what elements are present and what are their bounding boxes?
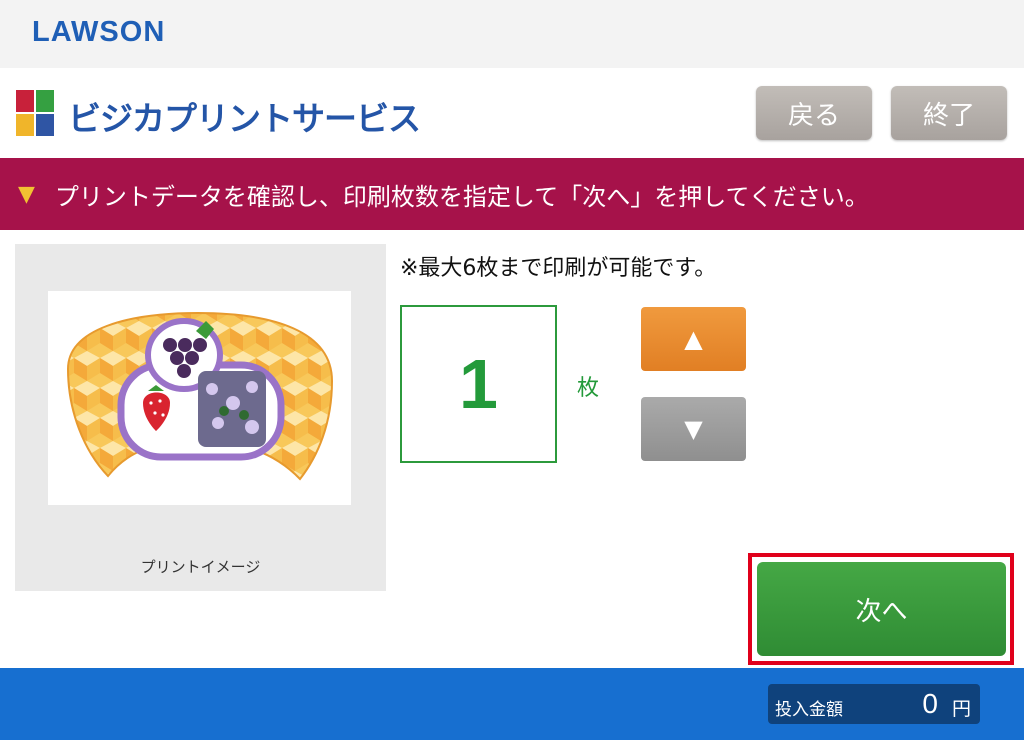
instruction-banner: ▼ プリントデータを確認し、印刷枚数を指定して「次へ」を押してください。: [0, 158, 1024, 230]
triangle-down-icon: ▼: [18, 181, 35, 207]
preview-caption: プリントイメージ: [140, 558, 261, 576]
print-preview-panel: プリントイメージ: [15, 244, 386, 591]
triangle-down-icon: ▼: [684, 415, 703, 443]
uchiwa-fan-illustration: [66, 311, 334, 481]
bijika-logo-icon: [16, 90, 54, 136]
instruction-text: プリントデータを確認し、印刷枚数を指定して「次へ」を押してください。: [54, 182, 869, 211]
decrease-copies-button[interactable]: ▼: [641, 397, 746, 461]
service-title: ビジカプリントサービス: [68, 99, 421, 138]
copies-count-value: 1: [459, 345, 498, 423]
inserted-amount-label: 投入金額: [775, 700, 843, 720]
copies-count-display: 1: [400, 305, 557, 463]
increase-copies-button[interactable]: ▲: [641, 307, 746, 371]
max-copies-notice: ※最大6枚まで印刷が可能です。: [400, 256, 717, 281]
lawson-logo: LAWSON: [32, 16, 166, 48]
top-header-bar: LAWSON: [0, 0, 1024, 68]
print-preview-image: [48, 291, 351, 505]
back-button[interactable]: 戻る: [756, 86, 872, 140]
end-button[interactable]: 終了: [891, 86, 1007, 140]
inserted-amount-unit: 円: [951, 698, 971, 720]
triangle-up-icon: ▲: [684, 325, 703, 353]
inserted-amount-panel: 投入金額 0 円: [768, 684, 980, 724]
inserted-amount-value: 0: [922, 688, 938, 719]
next-button[interactable]: 次へ: [757, 562, 1006, 656]
copies-unit-label: 枚: [577, 376, 600, 401]
